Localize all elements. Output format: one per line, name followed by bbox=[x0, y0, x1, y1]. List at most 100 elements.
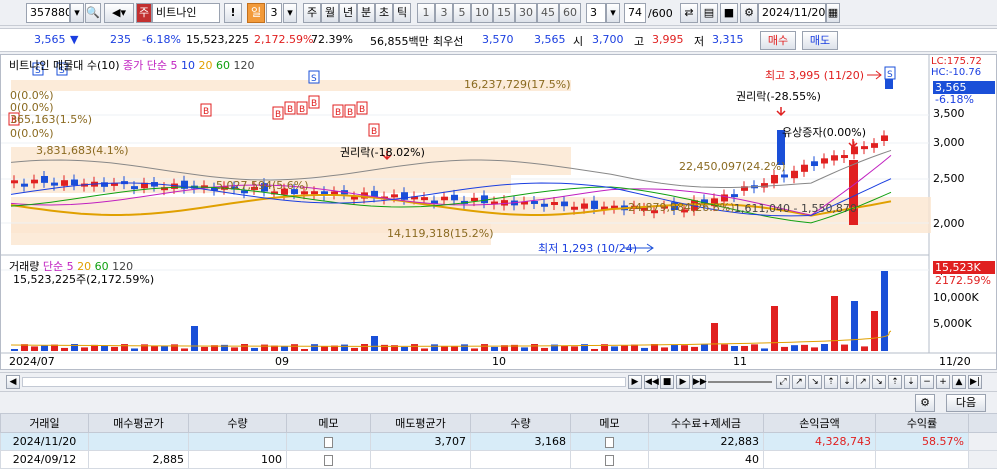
stop-icon[interactable]: ■ bbox=[660, 375, 674, 389]
interval-1[interactable]: 1 bbox=[417, 3, 435, 23]
market-tag: 주 bbox=[136, 3, 152, 23]
interval-5[interactable]: 5 bbox=[453, 3, 471, 23]
tool-7-icon[interactable]: ⇡ bbox=[888, 375, 902, 389]
volume-bar bbox=[401, 346, 408, 351]
search-icon[interactable]: 🔍 bbox=[85, 3, 101, 23]
interval-10[interactable]: 10 bbox=[471, 3, 493, 23]
header-buy-memo: 메모 bbox=[286, 413, 371, 433]
volume-bar bbox=[421, 348, 428, 351]
period-num-input[interactable]: 3 bbox=[266, 3, 282, 23]
tool-6-icon[interactable]: ↘ bbox=[872, 375, 886, 389]
volume-bar bbox=[561, 345, 568, 351]
volume-bar bbox=[611, 346, 618, 351]
date-input[interactable]: 2024/11/20 bbox=[758, 3, 826, 23]
settings-icon[interactable]: ⚙ bbox=[740, 3, 758, 23]
grid-scroll-cell[interactable] bbox=[968, 432, 997, 451]
calendar-icon[interactable]: ▦ bbox=[826, 3, 840, 23]
volume-bar bbox=[311, 344, 318, 351]
stock-name: 비트나인 bbox=[152, 3, 220, 23]
forward-icon[interactable]: ▶▶ bbox=[692, 375, 707, 389]
zoom-out-icon[interactable]: − bbox=[920, 375, 934, 389]
volume-bar bbox=[541, 347, 548, 351]
volume-bar bbox=[361, 344, 368, 351]
count-input[interactable]: 74 bbox=[624, 3, 646, 23]
cell-sell-memo[interactable] bbox=[570, 432, 649, 451]
sell-button[interactable]: 매도 bbox=[802, 31, 838, 50]
period-month-button[interactable]: 월 bbox=[321, 3, 339, 23]
period-tick-button[interactable]: 틱 bbox=[393, 3, 411, 23]
chart-type-icon[interactable]: ▤ bbox=[700, 3, 718, 23]
cell-buy-avg bbox=[88, 432, 189, 451]
memo-icon[interactable] bbox=[605, 454, 614, 466]
code-dropdown-icon[interactable]: ▾ bbox=[70, 3, 84, 23]
cell-buy-memo[interactable] bbox=[286, 450, 371, 469]
play-icon[interactable]: ▶ bbox=[676, 375, 690, 389]
header-sell-qty: 수량 bbox=[470, 413, 571, 433]
period-year-button[interactable]: 년 bbox=[339, 3, 357, 23]
current-price: 3,565 bbox=[34, 33, 66, 46]
scroll-right-icon[interactable]: ▶ bbox=[628, 375, 642, 389]
speaker-icon[interactable]: ◀▾ bbox=[104, 3, 134, 23]
interval-select[interactable]: 3 bbox=[586, 3, 606, 23]
period-minute-button[interactable]: 분 bbox=[357, 3, 375, 23]
period-day-button[interactable]: 일 bbox=[247, 3, 265, 23]
volume-bar bbox=[381, 344, 388, 351]
interval-30[interactable]: 30 bbox=[515, 3, 537, 23]
hc-label: HC:-10.76 bbox=[931, 67, 982, 78]
candle-body bbox=[571, 206, 578, 210]
header-sell-memo: 메모 bbox=[570, 413, 649, 433]
tool-4-icon[interactable]: ⇣ bbox=[840, 375, 854, 389]
alert-button[interactable]: ! bbox=[224, 3, 242, 23]
cell-sell-memo[interactable] bbox=[570, 450, 649, 469]
table-row[interactable]: 2024/11/20 3,707 3,168 22,883 4,328,743 … bbox=[0, 432, 997, 451]
scroll-up-icon[interactable]: ▲ bbox=[952, 375, 966, 389]
volume-bar bbox=[341, 344, 348, 351]
candle-body bbox=[471, 197, 478, 202]
rewind-icon[interactable]: ◀◀ bbox=[644, 375, 659, 389]
interval-3[interactable]: 3 bbox=[435, 3, 453, 23]
grid-scroll-cell[interactable] bbox=[968, 450, 997, 469]
table-row[interactable]: 2024/09/12 2,885 100 40 bbox=[0, 450, 997, 469]
scroll-left-icon[interactable]: ◀ bbox=[6, 375, 20, 389]
memo-add-icon[interactable] bbox=[324, 454, 333, 466]
transfer-icon[interactable]: ⇄ bbox=[680, 3, 698, 23]
zoom-fit-icon[interactable]: ⤢ bbox=[776, 375, 790, 389]
period-second-button[interactable]: 초 bbox=[375, 3, 393, 23]
volume-info: 15,523,225주(2,172.59%) bbox=[13, 273, 155, 286]
interval-15[interactable]: 15 bbox=[493, 3, 515, 23]
interval-60[interactable]: 60 bbox=[559, 3, 581, 23]
tool-8-icon[interactable]: ⇣ bbox=[904, 375, 918, 389]
candle-body bbox=[531, 200, 538, 204]
scroll-end-icon[interactable]: ▶| bbox=[968, 375, 982, 389]
horizontal-scrollbar[interactable] bbox=[22, 377, 626, 387]
period-dropdown-icon[interactable]: ▾ bbox=[283, 3, 297, 23]
legend-price: 비트나인 매물대 수(10) 종가 단순 5 10 20 60 120 bbox=[9, 59, 255, 72]
candle-body bbox=[441, 196, 448, 201]
stock-code-input[interactable]: 357880 bbox=[26, 3, 70, 23]
next-button[interactable]: 다음 bbox=[946, 394, 986, 412]
zoom-in-icon[interactable]: + bbox=[936, 375, 950, 389]
tool-2-icon[interactable]: ↘ bbox=[808, 375, 822, 389]
cell-date: 2024/09/12 bbox=[0, 450, 89, 469]
x-tick-5: 11/20 bbox=[939, 355, 971, 368]
high-label: 고 bbox=[634, 35, 645, 48]
cell-buy-memo[interactable] bbox=[286, 432, 371, 451]
tool-3-icon[interactable]: ⇡ bbox=[824, 375, 838, 389]
volume-bar bbox=[761, 348, 768, 351]
volume-bar bbox=[281, 346, 288, 351]
memo-icon[interactable] bbox=[324, 436, 333, 448]
zoom-slider[interactable] bbox=[708, 381, 772, 383]
save-icon[interactable]: ■ bbox=[720, 3, 738, 23]
volume-bar bbox=[731, 345, 738, 351]
buy-button[interactable]: 매수 bbox=[760, 31, 796, 50]
period-week-button[interactable]: 주 bbox=[303, 3, 321, 23]
profile-label-h: 14,119,318(15.2%) bbox=[387, 227, 494, 240]
interval-45[interactable]: 45 bbox=[537, 3, 559, 23]
tool-1-icon[interactable]: ↗ bbox=[792, 375, 806, 389]
price-chart[interactable]: BBBBBBBBBBSSSS 비트나인 매물대 수(10) 종가 단순 5 10… bbox=[0, 54, 997, 370]
rights-note-3: 유상증자(0.00%) bbox=[782, 126, 867, 139]
memo-add-icon[interactable] bbox=[605, 436, 614, 448]
grid-settings-icon[interactable]: ⚙ bbox=[915, 394, 935, 412]
interval-dropdown-icon[interactable]: ▾ bbox=[606, 3, 620, 23]
tool-5-icon[interactable]: ↗ bbox=[856, 375, 870, 389]
